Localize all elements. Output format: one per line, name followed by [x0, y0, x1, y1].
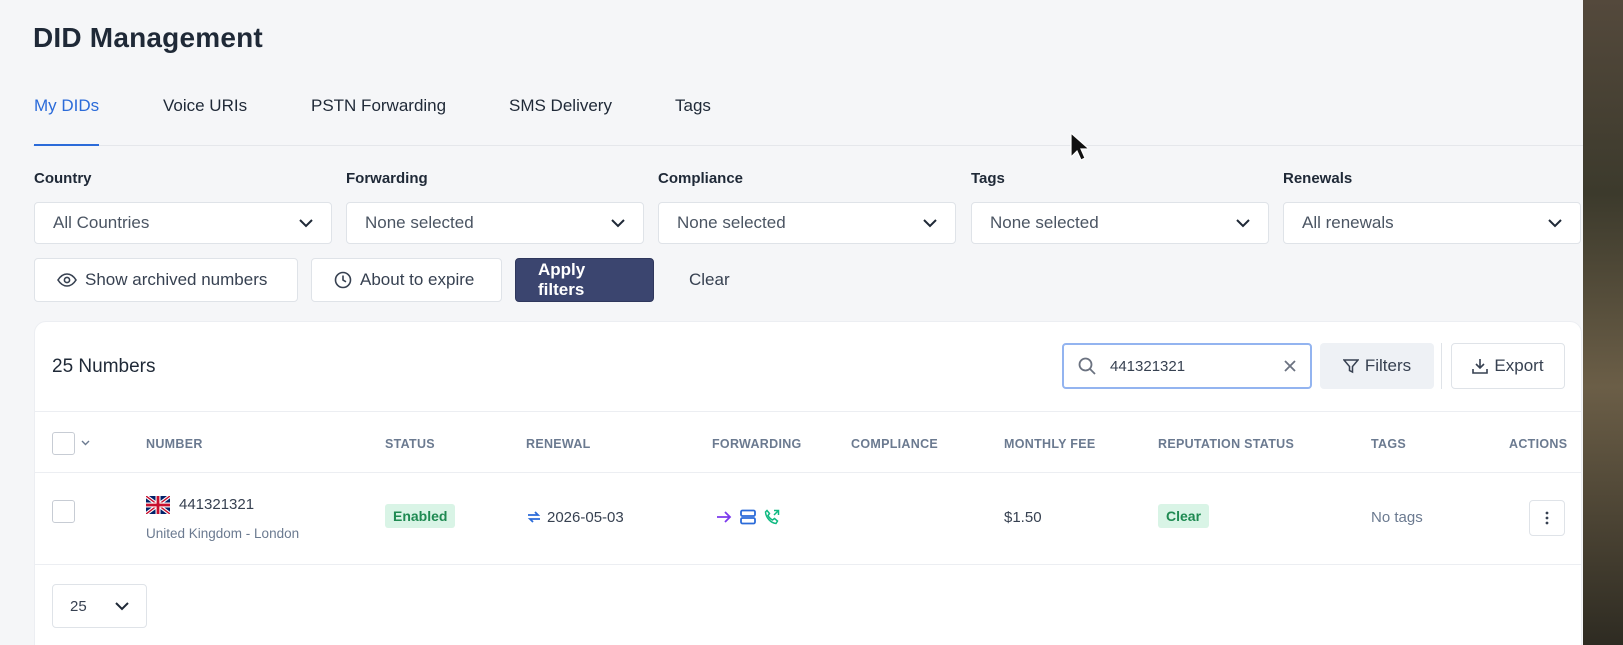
column-monthly-fee: MONTHLY FEE	[1004, 437, 1096, 451]
uk-flag-icon	[146, 496, 170, 514]
select-all-checkbox[interactable]	[52, 432, 75, 455]
column-renewal: RENEWAL	[526, 437, 591, 451]
forwarding-select-value: None selected	[365, 213, 474, 232]
chevron-down-icon	[1236, 218, 1250, 227]
numbers-card: 25 Numbers 441321321 Filters Export NUMB…	[34, 321, 1582, 645]
row-number[interactable]: 441321321	[179, 496, 254, 513]
renewals-select[interactable]: All renewals	[1283, 202, 1581, 244]
row-tags: No tags	[1371, 509, 1423, 526]
show-archived-label: Show archived numbers	[85, 270, 268, 289]
close-icon[interactable]	[1284, 360, 1296, 372]
tags-select[interactable]: None selected	[971, 202, 1269, 244]
forwarding-filter: Forwarding None selected	[346, 170, 644, 244]
column-forwarding: FORWARDING	[712, 437, 802, 451]
filters-button[interactable]: Filters	[1320, 343, 1434, 389]
page-title: DID Management	[33, 22, 263, 53]
export-button[interactable]: Export	[1451, 343, 1565, 389]
background-strip	[1583, 0, 1623, 645]
renewals-filter-label: Renewals	[1283, 170, 1353, 187]
filter-icon	[1342, 359, 1359, 374]
tags-filter: Tags None selected	[971, 170, 1269, 244]
country-select[interactable]: All Countries	[34, 202, 332, 244]
tab-voice-uris[interactable]: Voice URIs	[163, 96, 247, 146]
chevron-down-icon	[611, 218, 625, 227]
about-to-expire-button[interactable]: About to expire	[311, 258, 502, 302]
chevron-down-icon	[115, 601, 129, 610]
download-icon	[1472, 359, 1489, 374]
column-compliance: COMPLIANCE	[851, 437, 939, 451]
eye-icon	[57, 273, 77, 287]
column-status: STATUS	[385, 437, 435, 451]
forwarding-filter-label: Forwarding	[346, 170, 428, 187]
forwarding-select[interactable]: None selected	[346, 202, 644, 244]
tab-sms-delivery[interactable]: SMS Delivery	[509, 96, 612, 146]
chevron-down-icon[interactable]	[81, 440, 90, 446]
row-renewal-date: 2026-05-03	[547, 509, 624, 526]
status-badge: Enabled	[385, 504, 456, 528]
column-number: NUMBER	[146, 437, 203, 451]
chevron-down-icon	[299, 218, 313, 227]
more-vertical-icon	[1545, 511, 1549, 525]
mouse-cursor-icon	[1070, 132, 1088, 161]
clear-button[interactable]: Clear	[667, 258, 752, 302]
compliance-filter: Compliance None selected	[658, 170, 956, 244]
clock-icon	[334, 271, 352, 289]
country-filter-label: Country	[34, 170, 92, 187]
arrow-right-icon	[717, 511, 732, 523]
chevron-down-icon	[923, 218, 937, 227]
table-header: NUMBER STATUS RENEWAL FORWARDING COMPLIA…	[35, 411, 1581, 473]
table-row: 441321321 United Kingdom - London Enable…	[35, 473, 1581, 565]
compliance-filter-label: Compliance	[658, 170, 744, 187]
country-select-value: All Countries	[53, 213, 150, 232]
column-reputation-status: REPUTATION STATUS	[1158, 437, 1295, 451]
show-archived-button[interactable]: Show archived numbers	[34, 258, 298, 302]
apply-filters-button[interactable]: Apply filters	[515, 258, 654, 302]
server-icon	[740, 509, 756, 525]
reputation-badge: Clear	[1158, 504, 1210, 528]
about-to-expire-label: About to expire	[360, 270, 475, 289]
tab-bar: My DIDs Voice URIs PSTN Forwarding SMS D…	[33, 88, 1583, 146]
column-tags: TAGS	[1371, 437, 1406, 451]
country-filter: Country All Countries	[34, 170, 332, 244]
phone-forward-icon	[764, 509, 780, 525]
chevron-down-icon	[1548, 218, 1562, 227]
tags-select-value: None selected	[990, 213, 1099, 232]
per-page-select[interactable]: 25	[52, 584, 147, 628]
column-actions: ACTIONS	[1509, 437, 1568, 451]
renewals-filter: Renewals All renewals	[1283, 170, 1581, 244]
compliance-select[interactable]: None selected	[658, 202, 956, 244]
tab-my-dids[interactable]: My DIDs	[34, 96, 100, 146]
filters-button-label: Filters	[1364, 356, 1412, 375]
per-page-value: 25	[70, 597, 87, 615]
export-button-label: Export	[1494, 356, 1544, 375]
numbers-count: 25 Numbers	[52, 356, 156, 377]
compliance-select-value: None selected	[677, 213, 786, 232]
tab-pstn-forwarding[interactable]: PSTN Forwarding	[311, 96, 446, 146]
row-location: United Kingdom - London	[146, 526, 300, 541]
renewals-select-value: All renewals	[1302, 213, 1394, 232]
row-checkbox[interactable]	[52, 500, 75, 523]
search-input[interactable]: 441321321	[1062, 343, 1312, 389]
toolbar-divider	[1441, 343, 1442, 389]
search-input-value: 441321321	[1110, 357, 1186, 375]
renew-icon	[527, 511, 541, 523]
row-monthly-fee: $1.50	[1004, 509, 1042, 526]
search-icon	[1078, 357, 1096, 375]
tags-filter-label: Tags	[971, 170, 1005, 187]
row-actions-button[interactable]	[1529, 500, 1565, 536]
tab-tags[interactable]: Tags	[675, 96, 711, 146]
